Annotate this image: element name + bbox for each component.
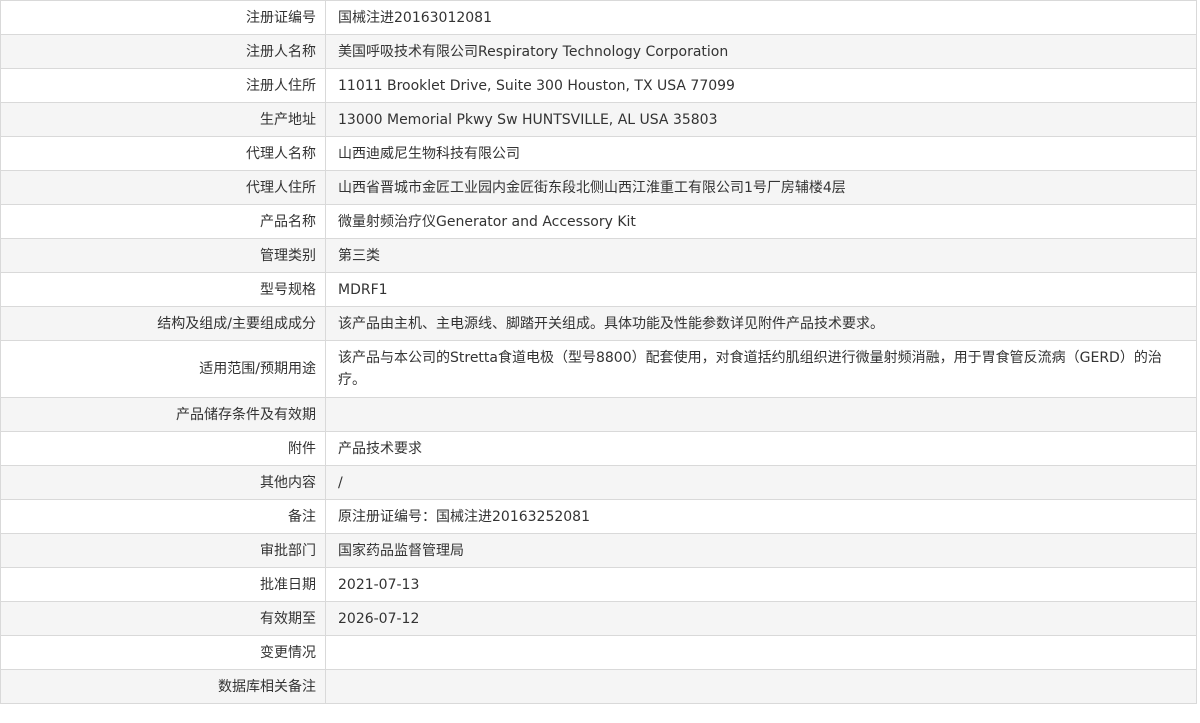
field-value: 产品技术要求 [325, 431, 1197, 466]
table-row-remarks: 备注 原注册证编号：国械注进20163252081 [0, 499, 1197, 534]
table-row-management-category: 管理类别 第三类 [0, 238, 1197, 273]
field-label: 备注 [0, 499, 326, 534]
field-value: 该产品与本公司的Stretta食道电极（型号8800）配套使用，对食道括约肌组织… [325, 340, 1197, 398]
field-label: 适用范围/预期用途 [0, 340, 326, 398]
table-row-change-history: 变更情况 [0, 635, 1197, 670]
field-label: 审批部门 [0, 533, 326, 568]
field-value: 国械注进20163012081 [325, 0, 1197, 35]
table-row-production-address: 生产地址 13000 Memorial Pkwy Sw HUNTSVILLE, … [0, 102, 1197, 137]
field-value: 美国呼吸技术有限公司Respiratory Technology Corpora… [325, 34, 1197, 69]
field-value: 2021-07-13 [325, 567, 1197, 602]
field-value: 13000 Memorial Pkwy Sw HUNTSVILLE, AL US… [325, 102, 1197, 137]
field-label: 产品储存条件及有效期 [0, 397, 326, 432]
table-row-agent-address: 代理人住所 山西省晋城市金匠工业园内金匠街东段北侧山西江淮重工有限公司1号厂房辅… [0, 170, 1197, 205]
table-row-storage-conditions: 产品储存条件及有效期 [0, 397, 1197, 432]
field-value: 山西迪威尼生物科技有限公司 [325, 136, 1197, 171]
field-value: 第三类 [325, 238, 1197, 273]
field-label: 变更情况 [0, 635, 326, 670]
table-row-valid-until: 有效期至 2026-07-12 [0, 601, 1197, 636]
field-value [325, 669, 1197, 704]
field-label: 注册人名称 [0, 34, 326, 69]
field-value: 2026-07-12 [325, 601, 1197, 636]
field-label: 有效期至 [0, 601, 326, 636]
registration-detail-table: 注册证编号 国械注进20163012081 注册人名称 美国呼吸技术有限公司Re… [0, 0, 1197, 704]
field-label: 批准日期 [0, 567, 326, 602]
field-label: 代理人住所 [0, 170, 326, 205]
field-value: / [325, 465, 1197, 500]
field-value [325, 397, 1197, 432]
table-row-approval-department: 审批部门 国家药品监督管理局 [0, 533, 1197, 568]
field-label: 代理人名称 [0, 136, 326, 171]
field-label: 数据库相关备注 [0, 669, 326, 704]
field-value: 11011 Brooklet Drive, Suite 300 Houston,… [325, 68, 1197, 103]
field-value: 山西省晋城市金匠工业园内金匠街东段北侧山西江淮重工有限公司1号厂房辅楼4层 [325, 170, 1197, 205]
table-row-approval-date: 批准日期 2021-07-13 [0, 567, 1197, 602]
table-row-registrant-address: 注册人住所 11011 Brooklet Drive, Suite 300 Ho… [0, 68, 1197, 103]
table-row-other-content: 其他内容 / [0, 465, 1197, 500]
table-row-registrant-name: 注册人名称 美国呼吸技术有限公司Respiratory Technology C… [0, 34, 1197, 69]
field-value: 微量射频治疗仪Generator and Accessory Kit [325, 204, 1197, 239]
field-label: 注册证编号 [0, 0, 326, 35]
table-row-structure-composition: 结构及组成/主要组成成分 该产品由主机、主电源线、脚踏开关组成。具体功能及性能参… [0, 306, 1197, 341]
field-label: 注册人住所 [0, 68, 326, 103]
table-row-database-notes: 数据库相关备注 [0, 669, 1197, 704]
table-row-attachment: 附件 产品技术要求 [0, 431, 1197, 466]
field-label: 其他内容 [0, 465, 326, 500]
field-label: 管理类别 [0, 238, 326, 273]
field-value: 国家药品监督管理局 [325, 533, 1197, 568]
field-value [325, 635, 1197, 670]
field-value: MDRF1 [325, 272, 1197, 307]
field-label: 生产地址 [0, 102, 326, 137]
field-value: 该产品由主机、主电源线、脚踏开关组成。具体功能及性能参数详见附件产品技术要求。 [325, 306, 1197, 341]
table-row-registration-number: 注册证编号 国械注进20163012081 [0, 0, 1197, 35]
table-row-product-name: 产品名称 微量射频治疗仪Generator and Accessory Kit [0, 204, 1197, 239]
table-row-model-spec: 型号规格 MDRF1 [0, 272, 1197, 307]
field-label: 产品名称 [0, 204, 326, 239]
table-row-agent-name: 代理人名称 山西迪威尼生物科技有限公司 [0, 136, 1197, 171]
field-label: 附件 [0, 431, 326, 466]
field-value: 原注册证编号：国械注进20163252081 [325, 499, 1197, 534]
field-label: 型号规格 [0, 272, 326, 307]
table-row-intended-use: 适用范围/预期用途 该产品与本公司的Stretta食道电极（型号8800）配套使… [0, 340, 1197, 398]
field-label: 结构及组成/主要组成成分 [0, 306, 326, 341]
